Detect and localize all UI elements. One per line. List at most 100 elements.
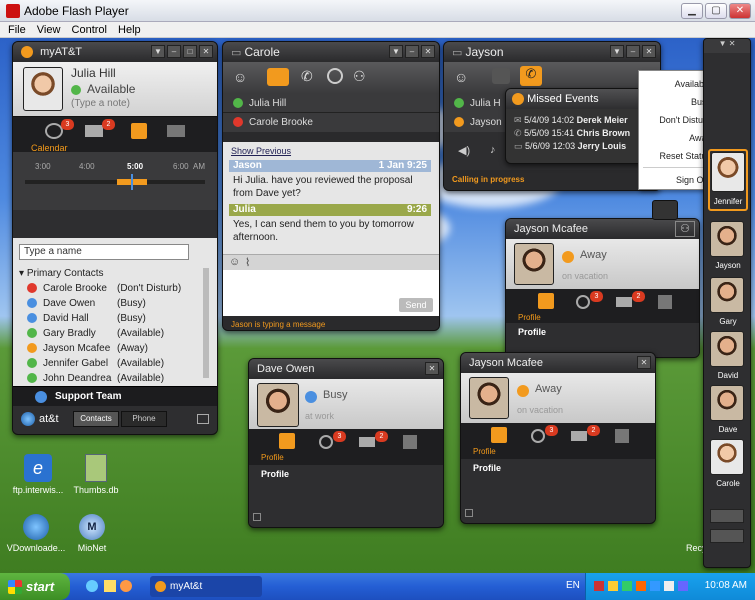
multi-window-icon[interactable] xyxy=(197,414,209,424)
list-item[interactable]: Carole Brooke xyxy=(223,113,439,132)
attach-icon[interactable]: ⌇ xyxy=(245,256,250,269)
list-item[interactable]: Jennifer Gabel (Available) xyxy=(27,358,197,373)
menu-icon[interactable]: ▼ xyxy=(151,45,165,58)
chat-icon[interactable] xyxy=(267,68,289,86)
tab-profile[interactable]: Profile xyxy=(518,313,541,322)
calendar-icon[interactable] xyxy=(131,123,147,139)
mail-icon[interactable] xyxy=(85,125,103,137)
tab-profile[interactable]: Profile xyxy=(261,453,284,462)
profile-titlebar[interactable]: Jayson Mcafee ⚇ xyxy=(506,219,699,239)
firefox-icon[interactable] xyxy=(120,580,132,592)
group-header[interactable]: ▾ Primary Contacts xyxy=(19,268,104,279)
profile-titlebar[interactable]: Dave Owen ✕ xyxy=(249,359,443,379)
menu-help[interactable]: Help xyxy=(118,22,141,38)
missed-calls-icon[interactable] xyxy=(531,429,545,443)
desktop-icon-ftp[interactable]: e ftp.interwis... xyxy=(8,454,68,495)
tray-icon[interactable] xyxy=(664,581,674,591)
list-item[interactable]: Dave Owen (Busy) xyxy=(27,298,197,313)
menu-file[interactable]: File xyxy=(8,22,26,38)
emoticon-icon[interactable]: ☺ xyxy=(229,256,240,268)
tab-phone[interactable]: Phone xyxy=(121,411,167,427)
minimize-button[interactable]: ▁ xyxy=(681,3,703,19)
missed-calls-icon[interactable] xyxy=(319,435,333,449)
calendar-icon[interactable] xyxy=(658,295,672,309)
group-icon[interactable]: ⚇ xyxy=(675,221,695,237)
menu-icon[interactable]: ▼ xyxy=(610,45,624,58)
list-item[interactable]: Julia Hill xyxy=(223,94,439,113)
close-icon[interactable]: ✕ xyxy=(642,45,656,58)
list-item[interactable]: Jayson Mcafee (Away) xyxy=(27,343,197,358)
tray-icon[interactable] xyxy=(608,581,618,591)
scrollbar[interactable] xyxy=(203,268,209,378)
desktop-icon-vdownloader[interactable]: VDownloade... xyxy=(4,514,68,553)
profile-titlebar[interactable]: Jayson Mcafee ✕ xyxy=(461,353,655,373)
rail-selected-contact[interactable]: Jennifer xyxy=(708,149,748,211)
call-titlebar[interactable]: ▭ Jayson ▼ – ✕ xyxy=(444,42,660,62)
resize-icon[interactable] xyxy=(465,509,473,517)
avatar[interactable] xyxy=(514,243,554,285)
start-button[interactable]: start xyxy=(0,573,70,600)
group-icon[interactable]: ⚇ xyxy=(353,68,366,85)
add-user-icon[interactable]: ☺ xyxy=(454,69,468,85)
close-icon[interactable]: ✕ xyxy=(637,356,651,369)
close-icon[interactable]: ✕ xyxy=(425,362,439,375)
minimize-icon[interactable]: – xyxy=(405,45,419,58)
close-icon[interactable]: ✕ xyxy=(199,45,213,58)
tray-icon[interactable] xyxy=(636,581,646,591)
time-cursor[interactable] xyxy=(131,174,133,190)
profile-card-icon[interactable] xyxy=(538,293,554,309)
menu-view[interactable]: View xyxy=(37,22,61,38)
support-team-row[interactable]: Support Team xyxy=(13,386,217,406)
webcam-icon[interactable] xyxy=(652,200,678,220)
avatar[interactable] xyxy=(469,377,509,419)
list-item[interactable]: Gary Bradly (Available) xyxy=(27,328,197,343)
rail-controls[interactable]: ▼ ✕ xyxy=(704,39,750,53)
missed-calls-icon[interactable] xyxy=(576,295,590,309)
calendar-timeline[interactable]: 3:00 4:00 5:00 6:00 AM xyxy=(13,152,217,210)
calendar-icon[interactable] xyxy=(403,435,417,449)
list-item[interactable]: David Hall (Busy) xyxy=(27,313,197,328)
tray-icon[interactable] xyxy=(678,581,688,591)
calendar-icon[interactable] xyxy=(615,429,629,443)
add-user-icon[interactable]: ☺ xyxy=(233,69,253,87)
mail-icon[interactable] xyxy=(359,437,375,447)
dialpad-icon[interactable] xyxy=(710,529,744,543)
taskbar-task-myatt[interactable]: myAt&t xyxy=(150,576,262,597)
chat-icon[interactable] xyxy=(492,68,510,84)
rail-list-button[interactable] xyxy=(710,509,744,523)
phone-icon[interactable]: ✆ xyxy=(301,68,313,85)
note-input[interactable]: (Type a note) xyxy=(69,98,205,112)
tray-icon[interactable] xyxy=(594,581,604,591)
folder-icon[interactable] xyxy=(104,580,116,592)
tray-icon[interactable] xyxy=(622,581,632,591)
mail-icon[interactable] xyxy=(571,431,587,441)
close-button[interactable]: ✕ xyxy=(729,3,751,19)
profile-card-icon[interactable] xyxy=(491,427,507,443)
desktop-icon-thumbs[interactable]: Thumbs.db xyxy=(66,454,126,495)
show-previous-link[interactable]: Show Previous xyxy=(231,146,291,156)
list-item[interactable]: ▭ 5/6/09 12:03 Jerry Louis xyxy=(514,141,646,154)
minimize-icon[interactable]: – xyxy=(626,45,640,58)
mail-icon[interactable] xyxy=(616,297,632,307)
tray-icon[interactable] xyxy=(650,581,660,591)
chat-titlebar[interactable]: ▭ Carole ▼ – ✕ xyxy=(223,42,439,62)
minimize-icon[interactable]: – xyxy=(167,45,181,58)
menu-control[interactable]: Control xyxy=(72,22,107,38)
search-input[interactable]: Type a name xyxy=(19,244,189,260)
ie-icon[interactable] xyxy=(86,580,98,592)
maximize-icon[interactable]: □ xyxy=(183,45,197,58)
contact-card-icon[interactable] xyxy=(167,125,185,137)
resize-icon[interactable] xyxy=(253,513,261,521)
avatar[interactable] xyxy=(23,67,63,111)
close-icon[interactable]: ✕ xyxy=(421,45,435,58)
compose-input[interactable]: Send xyxy=(223,270,439,316)
myatt-titlebar[interactable]: myAT&T ▼ – □ ✕ xyxy=(13,42,217,62)
rail-contact[interactable]: Carole xyxy=(708,439,748,491)
list-item[interactable]: Carole Brooke (Don't Disturb) xyxy=(27,283,197,298)
webcam-icon[interactable] xyxy=(327,68,343,84)
profile-card-icon[interactable] xyxy=(279,433,295,449)
rail-contact[interactable]: Gary xyxy=(708,277,748,329)
list-item[interactable]: ✉ 5/4/09 14:02 Derek Meier xyxy=(514,115,646,128)
maximize-button[interactable]: ▢ xyxy=(705,3,727,19)
phone-icon[interactable]: ✆ xyxy=(520,66,542,86)
